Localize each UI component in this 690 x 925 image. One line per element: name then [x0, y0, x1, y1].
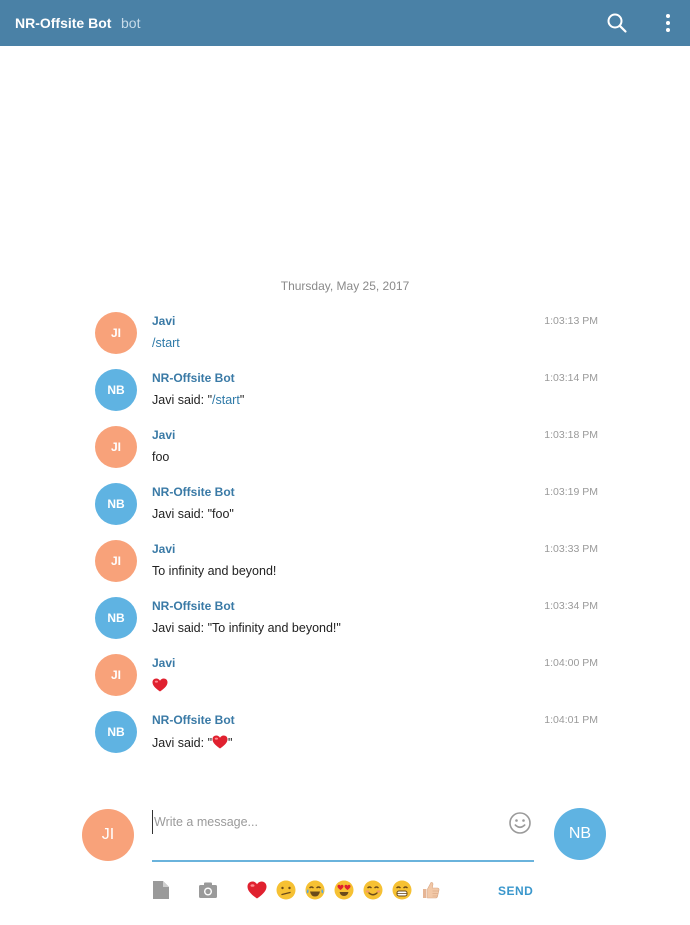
avatar[interactable]: JI: [95, 540, 137, 582]
message-text: Javi said: "foo": [152, 507, 234, 521]
message-text: [152, 678, 168, 693]
tears-of-joy-emoji-button[interactable]: [304, 879, 326, 901]
heart-emoji: [152, 678, 168, 692]
message-time: 1:03:33 PM: [544, 543, 598, 555]
avatar[interactable]: JI: [95, 654, 137, 696]
message-author[interactable]: NR-Offsite Bot: [152, 713, 235, 727]
search-icon[interactable]: [606, 12, 628, 34]
message-input[interactable]: [152, 810, 494, 834]
avatar[interactable]: NB: [95, 369, 137, 411]
message-text: Javi said: "To infinity and beyond!": [152, 621, 341, 635]
input-underline: [152, 860, 534, 862]
bot-command-link[interactable]: /start: [152, 336, 180, 350]
message-item: JI Javi 1:03:18 PM foo: [95, 426, 605, 472]
message-author[interactable]: Javi: [152, 542, 175, 556]
chat-header: NR-Offsite Bot bot: [0, 0, 690, 46]
message-item: JI Javi 1:03:13 PM /start: [95, 312, 605, 358]
message-text: foo: [152, 450, 170, 464]
camera-icon[interactable]: [198, 880, 218, 900]
send-button[interactable]: SEND: [498, 884, 533, 898]
chat-subtitle: bot: [121, 15, 141, 31]
message-time: 1:04:00 PM: [544, 657, 598, 669]
confused-face-emoji-button[interactable]: [275, 879, 297, 901]
message-time: 1:03:19 PM: [544, 486, 598, 498]
message-time: 1:04:01 PM: [544, 714, 598, 726]
emoji-picker-icon[interactable]: [508, 811, 532, 835]
avatar[interactable]: NB: [95, 711, 137, 753]
bot-avatar[interactable]: NB: [554, 808, 606, 860]
message-author[interactable]: Javi: [152, 656, 175, 670]
smiling-face-emoji-button[interactable]: [362, 879, 384, 901]
message-author[interactable]: NR-Offsite Bot: [152, 371, 235, 385]
avatar[interactable]: JI: [95, 312, 137, 354]
attach-file-icon[interactable]: [151, 880, 171, 900]
message-time: 1:03:13 PM: [544, 315, 598, 327]
avatar[interactable]: JI: [95, 426, 137, 468]
message-item: NB NR-Offsite Bot 1:03:19 PM Javi said: …: [95, 483, 605, 529]
message-text: To infinity and beyond!: [152, 564, 277, 578]
message-text-prefix: Javi said: ": [152, 393, 213, 407]
message-time: 1:03:14 PM: [544, 372, 598, 384]
message-text: Javi said: "/start": [152, 393, 244, 407]
grinning-face-emoji-button[interactable]: [391, 879, 413, 901]
message-item: JI Javi 1:04:00 PM: [95, 654, 605, 700]
more-vertical-icon[interactable]: [660, 12, 676, 34]
message-item: JI Javi 1:03:33 PM To infinity and beyon…: [95, 540, 605, 586]
message-item: NB NR-Offsite Bot 1:03:34 PM Javi said: …: [95, 597, 605, 643]
avatar[interactable]: NB: [95, 483, 137, 525]
message-text-prefix: Javi said: ": [152, 736, 213, 750]
message-text-suffix: ": [228, 736, 233, 750]
user-avatar[interactable]: JI: [82, 809, 134, 861]
message-item: NB NR-Offsite Bot 1:04:01 PM Javi said: …: [95, 711, 605, 757]
date-separator: Thursday, May 25, 2017: [280, 279, 410, 293]
message-text: /start: [152, 336, 180, 350]
bot-command-link[interactable]: /start: [212, 393, 240, 407]
message-text-suffix: ": [239, 393, 245, 407]
message-time: 1:03:18 PM: [544, 429, 598, 441]
message-text: Javi said: " ": [152, 735, 232, 750]
message-author[interactable]: NR-Offsite Bot: [152, 599, 235, 613]
thumbs-up-emoji-button[interactable]: [420, 879, 442, 901]
message-author[interactable]: NR-Offsite Bot: [152, 485, 235, 499]
message-item: NB NR-Offsite Bot 1:03:14 PM Javi said: …: [95, 369, 605, 415]
message-author[interactable]: Javi: [152, 314, 175, 328]
message-time: 1:03:34 PM: [544, 600, 598, 612]
avatar[interactable]: NB: [95, 597, 137, 639]
heart-emoji: [212, 735, 228, 749]
heart-eyes-emoji-button[interactable]: [333, 879, 355, 901]
heart-emoji-button[interactable]: [246, 879, 268, 901]
message-author[interactable]: Javi: [152, 428, 175, 442]
chat-title[interactable]: NR-Offsite Bot: [15, 15, 111, 31]
